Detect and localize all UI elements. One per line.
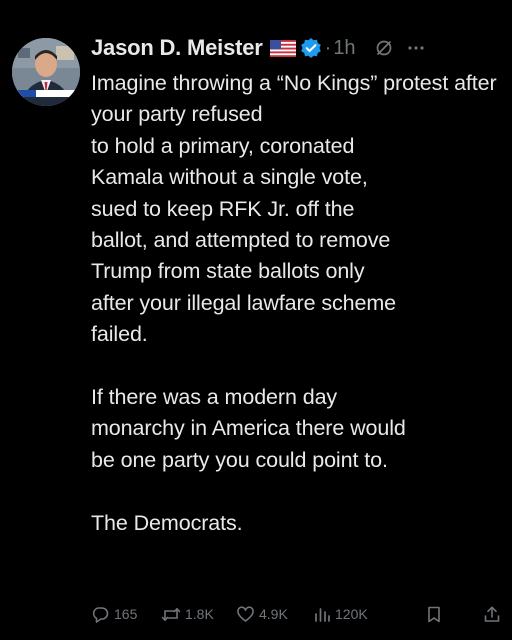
more-options-icon[interactable] [407,39,425,57]
reply-count: 165 [114,606,138,622]
post-content: Jason D. Meister · 1h Imagine throwing a… [91,34,503,539]
repost-icon [161,607,181,621]
reply-icon [92,606,109,623]
avatar[interactable] [12,38,80,106]
bookmark-icon [428,606,440,622]
repost-button[interactable]: 1.8K [161,602,214,626]
avatar-photo-icon [12,38,80,106]
views-button[interactable]: 120K [313,602,368,626]
share-button[interactable] [483,602,505,626]
us-flag-icon [269,39,296,57]
tweet-text: Imagine throwing a “No Kings” protest af… [91,71,497,535]
like-button[interactable]: 4.9K [236,602,288,626]
views-icon [315,607,330,622]
grok-icon[interactable] [375,39,393,57]
post-header: Jason D. Meister · 1h [91,34,503,62]
heart-icon [237,605,254,622]
separator-dot: · [324,36,332,59]
timestamp[interactable]: 1h [333,37,355,60]
views-count: 120K [335,606,368,622]
share-icon [484,606,500,622]
author-name[interactable]: Jason D. Meister [91,35,263,61]
verified-badge-icon [300,37,322,59]
post: Jason D. Meister · 1h Imagine throwing a… [0,0,512,640]
bookmark-button[interactable] [426,602,446,626]
action-bar: 165 1.8K 4.9K 120K [91,602,506,626]
reply-button[interactable]: 165 [91,602,137,626]
like-count: 4.9K [259,606,288,622]
repost-count: 1.8K [185,606,214,622]
